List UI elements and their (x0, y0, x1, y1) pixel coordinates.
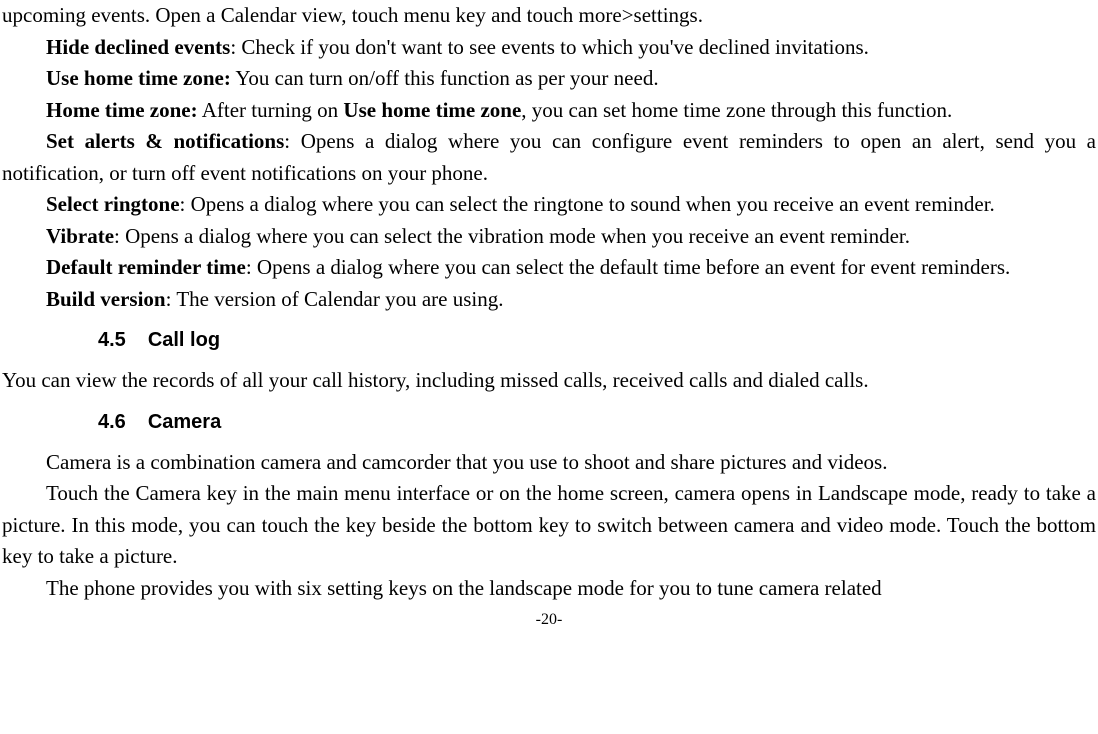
text-home-tz-2: , you can set home time zone through thi… (521, 98, 952, 122)
text-default-reminder: : Opens a dialog where you can select th… (246, 255, 1010, 279)
paragraph-default-reminder: Default reminder time: Opens a dialog wh… (2, 252, 1096, 284)
text-use-home-tz: You can turn on/off this function as per… (231, 66, 659, 90)
heading-number-4-6: 4.6 (98, 407, 126, 437)
text-hide-declined: : Check if you don't want to see events … (230, 35, 869, 59)
heading-4-5: 4.5 Call log (98, 325, 1096, 355)
label-default-reminder: Default reminder time (46, 255, 246, 279)
text-ringtone: : Opens a dialog where you can select th… (180, 192, 995, 216)
paragraph-alerts: Set alerts & notifications: Opens a dial… (2, 126, 1096, 189)
text-vibrate: : Opens a dialog where you can select th… (114, 224, 910, 248)
document-page: upcoming events. Open a Calendar view, t… (0, 0, 1098, 632)
paragraph-hide-declined: Hide declined events: Check if you don't… (2, 32, 1096, 64)
text-home-tz-1: After turning on (198, 98, 344, 122)
label-alerts: Set alerts & notifications (46, 129, 284, 153)
label-hide-declined: Hide declined events (46, 35, 230, 59)
paragraph-use-home-tz: Use home time zone: You can turn on/off … (2, 63, 1096, 95)
paragraph-home-tz: Home time zone: After turning on Use hom… (2, 95, 1096, 127)
label-ringtone: Select ringtone (46, 192, 180, 216)
paragraph-ringtone: Select ringtone: Opens a dialog where yo… (2, 189, 1096, 221)
text-build-version: : The version of Calendar you are using. (166, 287, 504, 311)
paragraph-build-version: Build version: The version of Calendar y… (2, 284, 1096, 316)
heading-title-call-log: Call log (148, 329, 220, 351)
page-number: -20- (2, 608, 1096, 632)
heading-4-6: 4.6 Camera (98, 407, 1096, 437)
heading-number-4-5: 4.5 (98, 325, 126, 355)
paragraph-camera-2: Touch the Camera key in the main menu in… (2, 478, 1096, 573)
paragraph-intro: upcoming events. Open a Calendar view, t… (2, 0, 1096, 32)
heading-title-camera: Camera (148, 411, 221, 433)
paragraph-vibrate: Vibrate: Opens a dialog where you can se… (2, 221, 1096, 253)
label-home-tz: Home time zone: (46, 98, 198, 122)
paragraph-camera-3: The phone provides you with six setting … (2, 573, 1096, 605)
paragraph-camera-1: Camera is a combination camera and camco… (2, 447, 1096, 479)
label-vibrate: Vibrate (46, 224, 114, 248)
paragraph-call-log: You can view the records of all your cal… (2, 365, 1096, 397)
label-build-version: Build version (46, 287, 166, 311)
label-use-home-tz: Use home time zone: (46, 66, 231, 90)
inline-bold-use-home-tz: Use home time zone (343, 98, 521, 122)
